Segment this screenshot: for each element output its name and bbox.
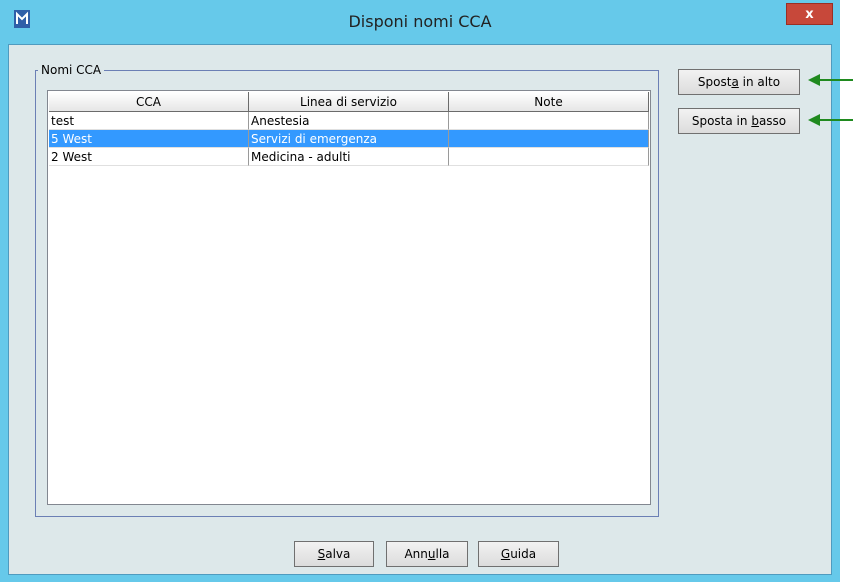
table-row-selected[interactable]: 5 West Servizi di emergenza [49, 130, 649, 148]
move-down-label-a: Sposta in [691, 114, 752, 128]
close-button[interactable]: x [786, 3, 833, 25]
move-down-mnemonic: b [751, 114, 759, 128]
cell-note [449, 112, 649, 130]
cell-note [449, 130, 649, 148]
column-header-note[interactable]: Note [449, 92, 649, 112]
cell-cca: 5 West [49, 130, 249, 148]
cell-service-line: Anestesia [249, 112, 449, 130]
callout-arrow-move-up [808, 74, 853, 86]
move-down-label-b: asso [758, 114, 787, 128]
cell-cca: test [49, 112, 249, 130]
table-header: CCA Linea di servizio Note [49, 92, 649, 112]
table-row[interactable]: 2 West Medicina - adulti [49, 148, 649, 166]
cca-table[interactable]: CCA Linea di servizio Note test Anestesi… [47, 90, 651, 505]
save-label-b: alva [325, 547, 351, 561]
column-header-service-line[interactable]: Linea di servizio [249, 92, 449, 112]
cell-note [449, 148, 649, 166]
table-row[interactable]: test Anestesia [49, 112, 649, 130]
dialog-body: Nomi CCA CCA Linea di servizio Note test… [8, 44, 832, 575]
move-down-button[interactable]: Sposta in basso [678, 108, 800, 134]
save-button[interactable]: Salva [294, 541, 374, 567]
move-up-label-b: in alto [738, 75, 781, 89]
cancel-label-b: lla [435, 547, 450, 561]
move-up-mnemonic: a [731, 75, 739, 89]
cancel-mnemonic: u [427, 547, 436, 561]
cca-names-group: Nomi CCA CCA Linea di servizio Note test… [35, 63, 659, 517]
cell-service-line: Servizi di emergenza [249, 130, 449, 148]
callout-arrow-move-down [808, 114, 853, 126]
title-bar[interactable]: Disponi nomi CCA x [0, 0, 840, 44]
cell-service-line: Medicina - adulti [249, 148, 449, 166]
dialog-window: Disponi nomi CCA x Nomi CCA CCA Linea di… [0, 0, 840, 582]
help-mnemonic: G [500, 547, 511, 561]
move-up-button[interactable]: Sposta in alto [678, 69, 800, 95]
cell-cca: 2 West [49, 148, 249, 166]
cancel-button[interactable]: Annulla [386, 541, 468, 567]
help-button[interactable]: Guida [478, 541, 559, 567]
column-header-cca[interactable]: CCA [49, 92, 249, 112]
window-title: Disponi nomi CCA [348, 12, 492, 31]
help-label-b: uida [510, 547, 537, 561]
cancel-label-a: Ann [404, 547, 428, 561]
group-label: Nomi CCA [38, 63, 105, 77]
move-up-label-a: Spost [697, 75, 732, 89]
